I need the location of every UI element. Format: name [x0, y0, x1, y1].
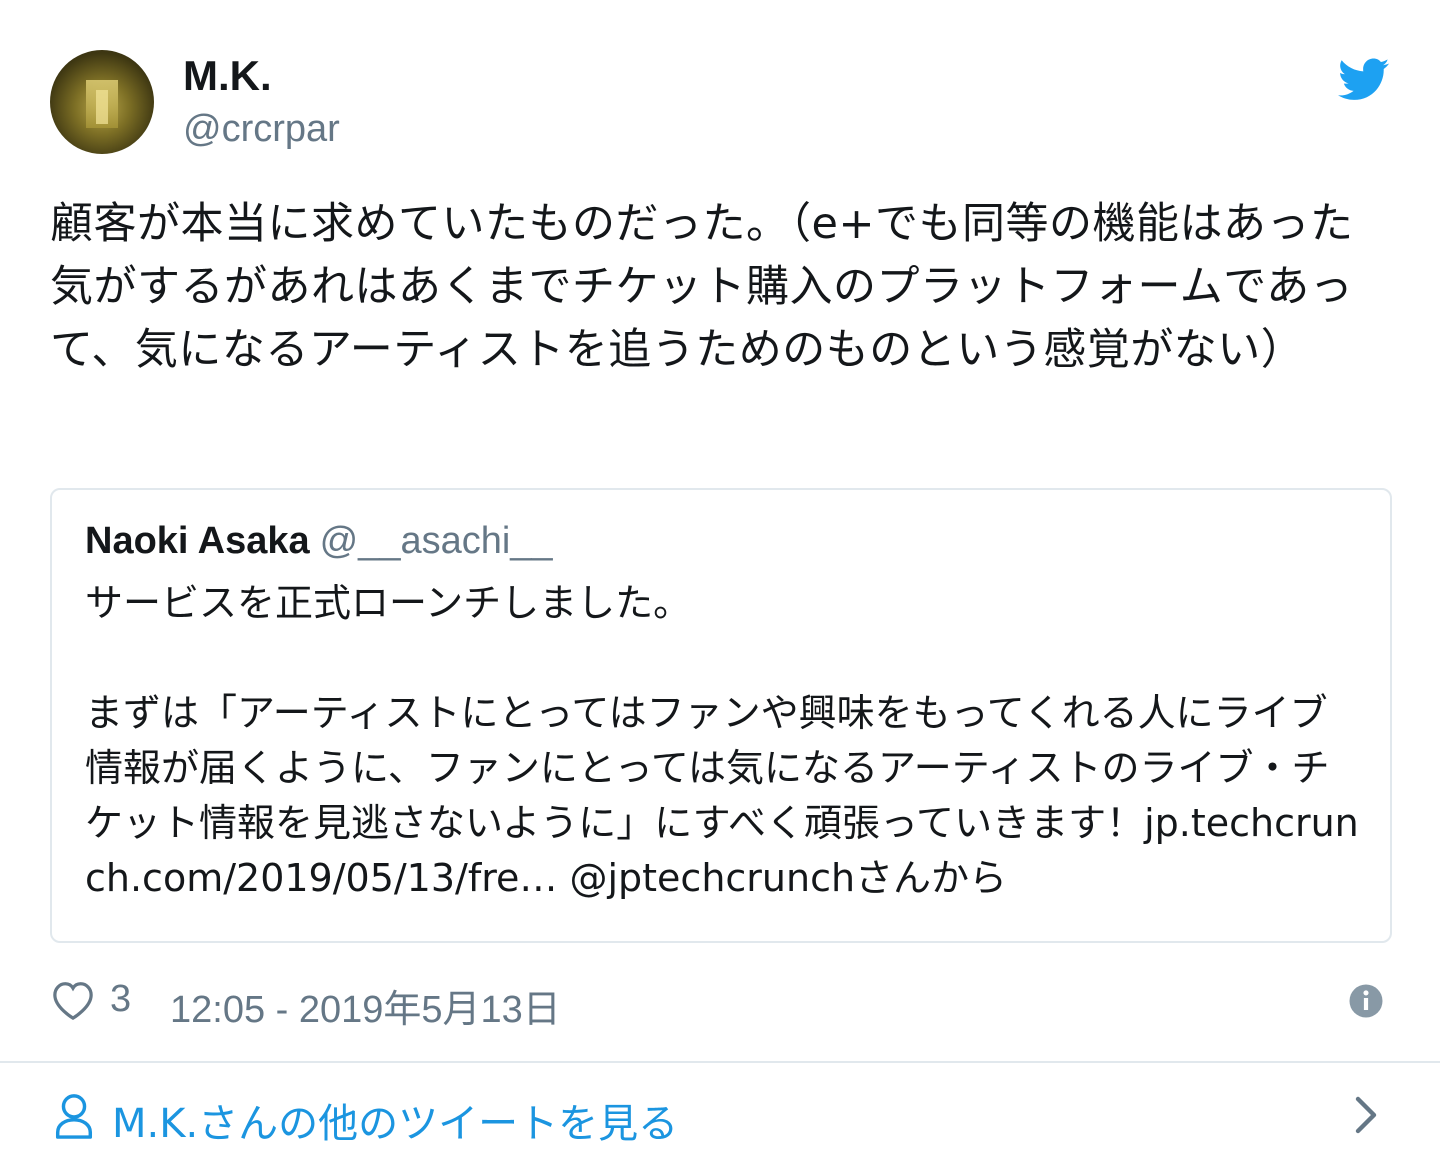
like-count: 3 — [110, 978, 132, 1020]
more-tweets-label[interactable]: M.K.さんの他のツイートを見る — [112, 1091, 678, 1149]
chevron-right-icon[interactable] — [1354, 1095, 1378, 1135]
twitter-bird-icon[interactable] — [1338, 58, 1390, 102]
quoted-author-handle: @__asachi__ — [319, 520, 553, 562]
heart-icon[interactable] — [50, 979, 96, 1021]
more-tweets-link[interactable]: M.K.さんの他のツイートを見る — [50, 1085, 1390, 1147]
quoted-tweet[interactable]: Naoki Asaka @__asachi__ サービスを正式ローンチしました。 … — [50, 488, 1392, 943]
quoted-paragraph: サービスを正式ローンチしました。 — [85, 581, 692, 625]
tweet-text: 顧客が本当に求めていたものだった。（e+でも同等の機能はあった気がするがあれはあ… — [50, 199, 1354, 375]
person-icon — [55, 1094, 93, 1139]
author-handle[interactable]: @crcrpar — [183, 108, 340, 151]
tweet-footer: 3 12:05 - 2019年5月13日 — [50, 975, 1390, 1031]
avatar[interactable] — [50, 50, 154, 154]
quoted-author-name: Naoki Asaka — [85, 520, 310, 562]
tweet-timestamp[interactable]: 12:05 - 2019年5月13日 — [170, 978, 561, 1033]
info-icon[interactable] — [1348, 983, 1384, 1019]
tweet-header: M.K. @crcrpar — [50, 50, 1390, 156]
quoted-paragraph: まずは「アーティストにとってはファンや興味をもってくれる人にライブ情報が届くよう… — [85, 691, 1359, 900]
divider — [0, 1061, 1440, 1063]
quoted-tweet-text: サービスを正式ローンチしました。 まずは「アーティストにとってはファンや興味をも… — [85, 576, 1360, 906]
quoted-tweet-author: Naoki Asaka @__asachi__ — [85, 520, 553, 563]
author-name[interactable]: M.K. — [183, 52, 272, 100]
embedded-tweet-card: M.K. @crcrpar 顧客が本当に求めていたものだった。（e+でも同等の機… — [0, 0, 1440, 1164]
